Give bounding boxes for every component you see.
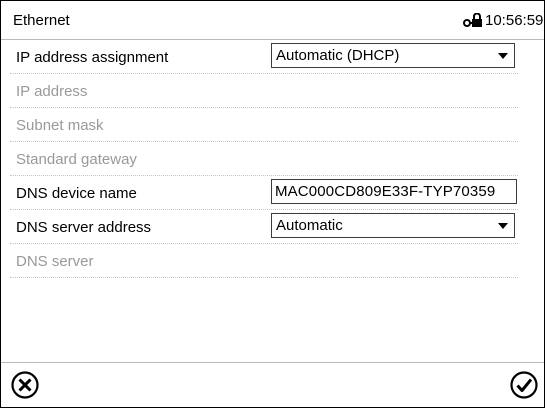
cancel-icon[interactable] — [10, 370, 40, 400]
subnet-mask-label: Subnet mask — [16, 117, 104, 134]
standard-gateway-label: Standard gateway — [16, 151, 137, 168]
ip-assignment-label: IP address assignment — [16, 49, 169, 66]
footer-bar — [1, 362, 544, 407]
row-standard-gateway: Standard gateway — [10, 142, 518, 176]
page-title: Ethernet — [13, 12, 70, 29]
settings-window: Ethernet 10:56:59 IP address assignment … — [0, 0, 545, 408]
header-bar: Ethernet 10:56:59 — [1, 1, 544, 40]
row-dns-server-address: DNS server address Automatic — [10, 210, 518, 244]
dropdown-arrow-icon — [498, 223, 508, 229]
dns-device-name-label: DNS device name — [16, 185, 137, 202]
row-dns-device-name: DNS device name MAC000CD809E33F-TYP70359 — [10, 176, 518, 210]
dns-device-name-input[interactable]: MAC000CD809E33F-TYP70359 — [271, 179, 517, 204]
dropdown-arrow-icon — [498, 53, 508, 59]
clock: 10:56:59 — [485, 12, 544, 29]
row-ip-assignment: IP address assignment Automatic (DHCP) — [10, 40, 518, 74]
ip-address-label: IP address — [16, 83, 88, 100]
dns-server-address-label: DNS server address — [16, 219, 152, 236]
row-ip-address: IP address — [10, 74, 518, 108]
ip-assignment-value: Automatic (DHCP) — [276, 47, 400, 64]
dns-server-address-select[interactable]: Automatic — [271, 213, 515, 238]
ip-assignment-select[interactable]: Automatic (DHCP) — [271, 43, 515, 68]
lock-icon — [463, 13, 482, 27]
dns-server-label: DNS server — [16, 253, 94, 270]
dns-server-address-value: Automatic — [276, 217, 343, 234]
dns-device-name-value: MAC000CD809E33F-TYP70359 — [275, 183, 496, 200]
row-dns-server: DNS server — [10, 244, 518, 278]
row-subnet-mask: Subnet mask — [10, 108, 518, 142]
confirm-icon[interactable] — [509, 370, 539, 400]
